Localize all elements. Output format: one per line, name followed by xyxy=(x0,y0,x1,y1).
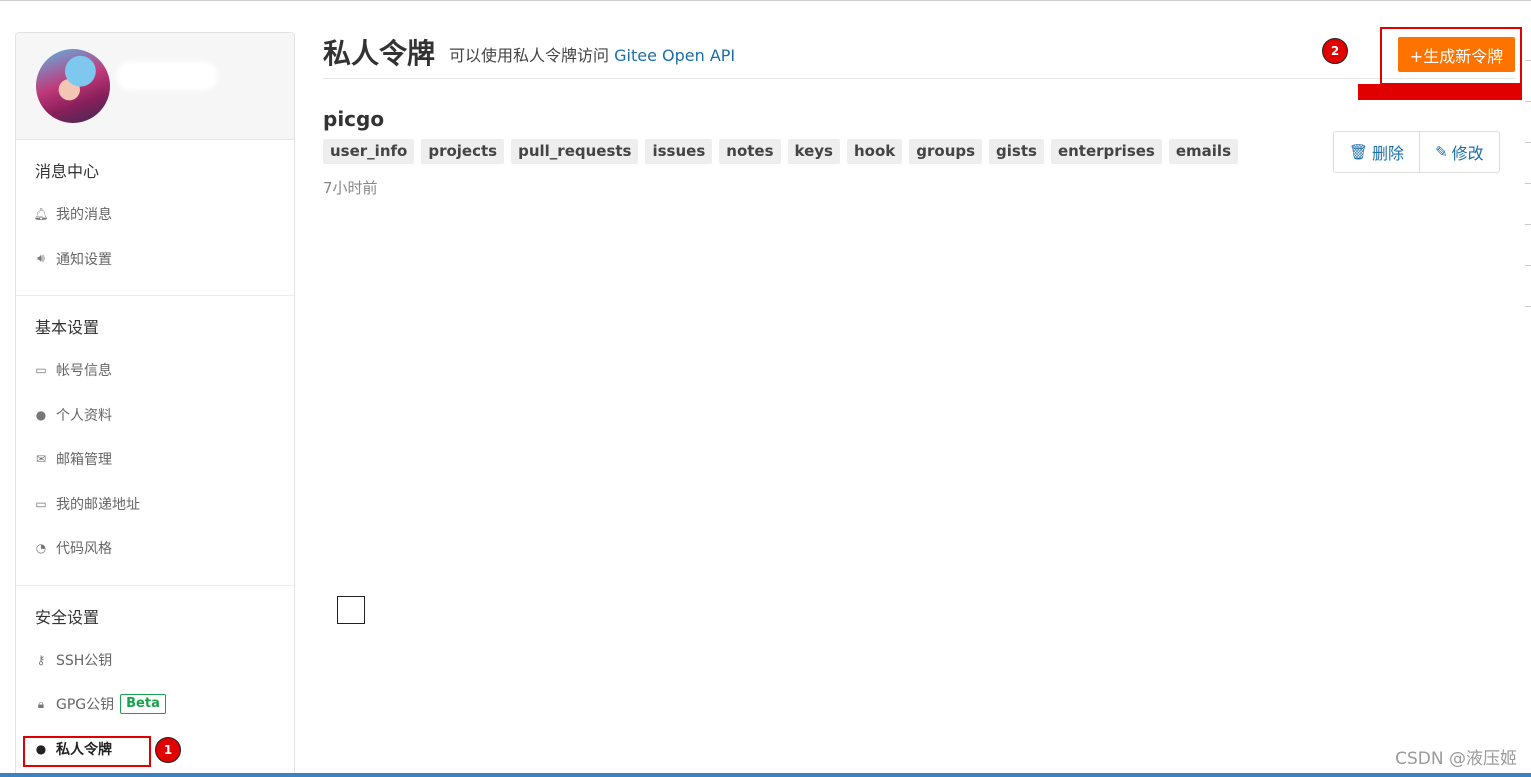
bell-icon: 🔔︎ xyxy=(33,207,49,222)
sidebar-item-label: SSH公钥 xyxy=(56,652,113,669)
annotation-highlight-box xyxy=(1380,27,1522,85)
scope-tag: enterprises xyxy=(1050,139,1162,164)
token-scopes: user_info projects pull_requests issues … xyxy=(323,139,1238,164)
sidebar-item-label: 我的消息 xyxy=(56,207,112,224)
profile-header xyxy=(16,33,294,140)
step-badge-1: 1 xyxy=(155,737,181,763)
bottom-bar xyxy=(0,773,1531,777)
scope-tag: issues xyxy=(645,139,713,164)
scope-tag: emails xyxy=(1168,139,1238,164)
sidebar-item-my-messages[interactable]: 🔔︎ 我的消息 xyxy=(16,192,294,237)
edit-icon: ✎ xyxy=(1435,143,1448,161)
sidebar-item-label: 代码风格 xyxy=(56,541,112,558)
sidebar-item-account-info[interactable]: ▭ 帐号信息 xyxy=(16,348,294,393)
sidebar-item-email[interactable]: ✉ 邮箱管理 xyxy=(16,437,294,482)
sidebar-item-code-style[interactable]: ◔ 代码风格 xyxy=(16,526,294,571)
edit-token-button[interactable]: ✎ 修改 xyxy=(1419,132,1499,172)
username-redacted xyxy=(116,61,218,91)
gauge-icon: ◔ xyxy=(35,541,47,556)
sidebar-item-label: 我的邮递地址 xyxy=(56,496,140,513)
scope-tag: pull_requests xyxy=(511,139,639,164)
annotation-red-bar xyxy=(1358,84,1522,100)
scope-tag: hook xyxy=(846,139,903,164)
beta-badge: Beta xyxy=(120,694,166,715)
speaker-icon: 🔊︎ xyxy=(37,251,45,266)
top-border xyxy=(0,0,1531,1)
scope-tag: gists xyxy=(989,139,1044,164)
sidebar-item-address[interactable]: ▭ 我的邮递地址 xyxy=(16,482,294,527)
page-title: 私人令牌 xyxy=(323,37,436,70)
scope-tag: keys xyxy=(787,139,840,164)
sidebar-item-label: 邮箱管理 xyxy=(56,452,112,469)
section-title: 基本设置 xyxy=(35,318,100,337)
avatar[interactable] xyxy=(36,49,110,123)
section-title: 安全设置 xyxy=(35,607,100,627)
csdn-watermark: CSDN @液压姬 xyxy=(1395,749,1517,769)
scope-tag: groups xyxy=(909,139,983,164)
section-messages: 消息中心 🔔︎ 我的消息 🔊︎ 通知设置 xyxy=(16,140,294,296)
address-card-icon: ▭ xyxy=(35,496,47,511)
trash-icon: 🗑︎ xyxy=(1349,143,1369,161)
annotation-highlight-box xyxy=(23,736,151,767)
sidebar-item-notification-settings[interactable]: 🔊︎ 通知设置 xyxy=(16,237,294,282)
id-card-icon: ▭ xyxy=(35,363,47,378)
sidebar-item-label: 个人资料 xyxy=(56,407,112,424)
lock-icon: 🔒︎ xyxy=(37,696,45,711)
token-name: picgo xyxy=(323,107,385,131)
gitee-open-api-link[interactable]: Gitee Open API xyxy=(614,46,735,65)
scope-tag: projects xyxy=(421,139,505,164)
delete-label: 删除 xyxy=(1372,144,1405,163)
right-edge-marks xyxy=(1525,60,1531,360)
settings-sidebar: 消息中心 🔔︎ 我的消息 🔊︎ 通知设置 基本设置 ▭ 帐号信息 ● 个人资料 … xyxy=(15,32,295,777)
page-subtitle: 可以使用私人令牌访问 Gitee Open API xyxy=(449,42,735,66)
step-badge-2: 2 xyxy=(1322,38,1348,64)
scope-tag: notes xyxy=(719,139,781,164)
envelope-icon: ✉ xyxy=(35,452,47,467)
key-icon: ⚷ xyxy=(36,652,46,667)
sidebar-item-label: GPG公钥 xyxy=(56,697,115,714)
user-icon: ● xyxy=(35,407,47,422)
sidebar-item-ssh-keys[interactable]: ⚷ SSH公钥 xyxy=(16,638,294,683)
token-created-time: 7小时前 xyxy=(323,179,378,197)
delete-token-button[interactable]: 🗑︎ 删除 xyxy=(1334,132,1419,172)
empty-checkbox[interactable] xyxy=(337,596,365,624)
sidebar-item-label: 通知设置 xyxy=(56,251,112,268)
edit-label: 修改 xyxy=(1451,144,1484,163)
sidebar-item-gpg-keys[interactable]: 🔒︎ GPG公钥 Beta xyxy=(16,682,294,727)
token-actions: 🗑︎ 删除 ✎ 修改 xyxy=(1333,131,1500,173)
sidebar-item-profile[interactable]: ● 个人资料 xyxy=(16,393,294,438)
section-basic: 基本设置 ▭ 帐号信息 ● 个人资料 ✉ 邮箱管理 ▭ 我的邮递地址 ◔ 代码风… xyxy=(16,296,294,586)
subtitle-text: 可以使用私人令牌访问 xyxy=(449,46,610,65)
section-title: 消息中心 xyxy=(35,162,100,181)
sidebar-item-label: 帐号信息 xyxy=(56,363,112,380)
scope-tag: user_info xyxy=(323,139,415,164)
